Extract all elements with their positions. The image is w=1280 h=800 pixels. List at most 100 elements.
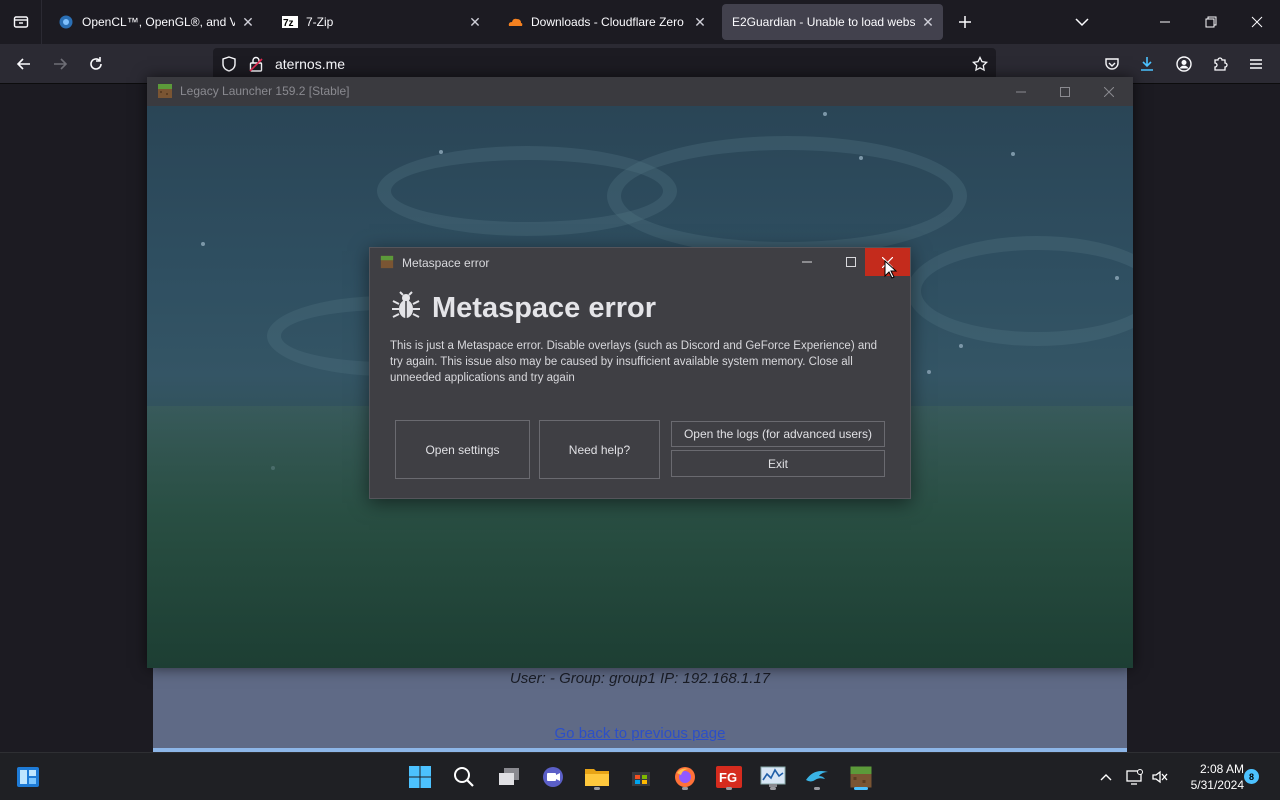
launcher-maximize-button[interactable] (1043, 77, 1087, 106)
minimize-button[interactable] (1145, 0, 1185, 44)
system-clock[interactable]: 2:08 AM 5/31/2024 (1180, 761, 1244, 793)
pocket-icon (1105, 58, 1119, 70)
network-status-button[interactable] (1122, 761, 1146, 793)
star (1011, 152, 1015, 156)
notification-badge[interactable]: 8 (1244, 769, 1259, 784)
launcher-title: Legacy Launcher 159.2 [Stable] (180, 84, 350, 98)
tab-close-icon[interactable]: ✕ (693, 15, 707, 29)
user-info-line: User: - Group: group1 IP: 192.168.1.17 (509, 670, 771, 687)
cloud-shape (607, 136, 967, 256)
go-back-link[interactable]: Go back to previous page (153, 725, 1127, 742)
launcher-minimize-button[interactable] (999, 77, 1043, 106)
widgets-button[interactable] (12, 761, 44, 793)
extensions-button[interactable] (1204, 48, 1236, 80)
firefox-button[interactable] (669, 761, 701, 793)
download-icon (1141, 57, 1153, 71)
downloads-button[interactable] (1131, 48, 1163, 80)
performance-monitor-button[interactable] (757, 761, 789, 793)
running-indicator (594, 787, 600, 790)
pocket-button[interactable] (1096, 48, 1128, 80)
chat-button[interactable] (537, 761, 569, 793)
metaspace-error-dialog: Metaspace error Metaspace error This is … (369, 247, 911, 499)
launcher-titlebar[interactable]: Legacy Launcher 159.2 [Stable] (147, 77, 1133, 106)
firefox-view-button[interactable] (0, 0, 42, 44)
error-message: This is just a Metaspace error. Disable … (390, 340, 878, 384)
svg-text:7z: 7z (283, 18, 294, 28)
back-button[interactable] (8, 48, 40, 80)
dolphin-emulator-button[interactable] (801, 761, 833, 793)
open-logs-button[interactable]: Open the logs (for advanced users) (671, 421, 885, 447)
open-settings-button[interactable]: Open settings (395, 420, 530, 479)
close-icon (1251, 16, 1263, 28)
maximize-icon (1060, 86, 1070, 97)
running-indicator (814, 787, 820, 790)
star (823, 112, 827, 116)
launcher-close-button[interactable] (1087, 77, 1131, 106)
tab-opencl[interactable]: OpenCL™, OpenGL®, and Vulkan ✕ (48, 4, 263, 40)
grass-block-icon (158, 84, 172, 98)
star (201, 242, 205, 246)
dialog-heading: Metaspace error (432, 292, 657, 324)
exit-button[interactable]: Exit (671, 450, 885, 477)
restore-button[interactable] (1191, 0, 1231, 44)
list-all-tabs-button[interactable] (1062, 0, 1102, 44)
firefox-icon (675, 767, 695, 787)
close-window-button[interactable] (1237, 0, 1277, 44)
dialog-minimize-button[interactable] (785, 248, 829, 276)
minimize-icon (1016, 91, 1026, 92)
fortigate-icon: FG (716, 766, 742, 788)
tab-title: OpenCL™, OpenGL®, and Vulkan (82, 15, 235, 29)
7zip-favicon-icon: 7z (282, 14, 298, 30)
volume-button[interactable] (1148, 761, 1172, 793)
tab-cloudflare-downloads[interactable]: Downloads - Cloudflare Zero Trust ✕ (497, 4, 715, 40)
clock-date: 5/31/2024 (1190, 778, 1244, 792)
grass-block-icon (380, 255, 394, 269)
shield-icon[interactable] (221, 56, 237, 72)
new-tab-button[interactable] (945, 0, 985, 44)
minimize-icon (802, 261, 812, 263)
show-hidden-icons-button[interactable] (1094, 761, 1118, 793)
store-icon (632, 772, 650, 786)
star (959, 344, 963, 348)
lock-warning-icon[interactable] (249, 56, 263, 72)
tab-title: 7-Zip (306, 15, 334, 29)
search-button[interactable] (448, 761, 480, 793)
reload-button[interactable] (80, 48, 112, 80)
minimize-icon (1160, 21, 1170, 23)
speaker-muted-icon (1152, 770, 1168, 784)
tab-close-icon[interactable]: ✕ (468, 15, 482, 29)
task-view-icon (499, 768, 519, 785)
fortigate-button[interactable]: FG (713, 761, 745, 793)
star (1115, 276, 1119, 280)
microsoft-store-button[interactable] (625, 761, 657, 793)
puzzle-icon (1214, 57, 1228, 71)
star (439, 150, 443, 154)
cloudflare-favicon-icon (507, 14, 523, 30)
need-help-button[interactable]: Need help? (539, 420, 660, 479)
star-bookmark-icon[interactable] (972, 56, 988, 72)
arrow-left-icon (16, 58, 30, 70)
folder-icon (585, 769, 609, 786)
tab-7zip[interactable]: 7z 7-Zip ✕ (272, 4, 490, 40)
account-icon (1176, 56, 1192, 72)
running-indicator (682, 787, 688, 790)
tab-close-icon[interactable]: ✕ (241, 15, 255, 29)
start-button[interactable] (404, 761, 436, 793)
chat-icon (543, 767, 563, 787)
forward-button[interactable] (44, 48, 76, 80)
restore-icon (1205, 16, 1217, 28)
svg-text:FG: FG (719, 770, 737, 785)
url-bar[interactable]: aternos.me (213, 48, 996, 80)
firefox-view-icon (13, 16, 28, 28)
tab-e2guardian[interactable]: E2Guardian - Unable to load website ✕ (722, 4, 943, 40)
legacy-launcher-taskbar-button[interactable] (845, 761, 877, 793)
account-button[interactable] (1168, 48, 1200, 80)
star (859, 156, 863, 160)
url-text[interactable]: aternos.me (275, 56, 345, 72)
task-view-button[interactable] (493, 761, 525, 793)
tab-close-icon[interactable]: ✕ (921, 15, 935, 29)
khronos-favicon-icon (58, 14, 74, 30)
app-menu-button[interactable] (1240, 48, 1272, 80)
running-indicator (726, 787, 732, 790)
file-explorer-button[interactable] (581, 761, 613, 793)
